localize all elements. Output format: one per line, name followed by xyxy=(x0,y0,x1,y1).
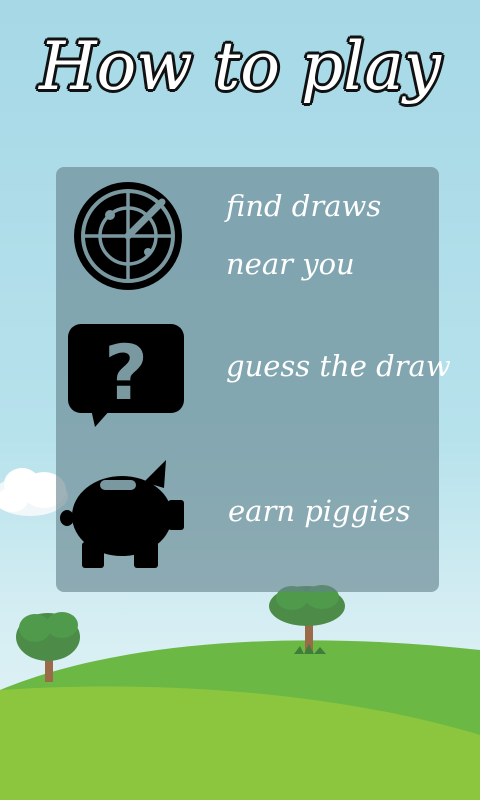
svg-text:?: ? xyxy=(104,328,148,417)
question-speech-bubble-icon: ? xyxy=(68,324,184,427)
piggy-bank-icon xyxy=(60,460,184,568)
step-1-line-1: find draws xyxy=(226,189,382,223)
step-3-text: earn piggies xyxy=(228,494,411,528)
step-1-line-2: near you xyxy=(226,247,355,281)
page-title: How to play xyxy=(39,28,441,105)
step-2-text: guess the draw xyxy=(226,349,451,383)
radar-icon xyxy=(74,182,182,290)
